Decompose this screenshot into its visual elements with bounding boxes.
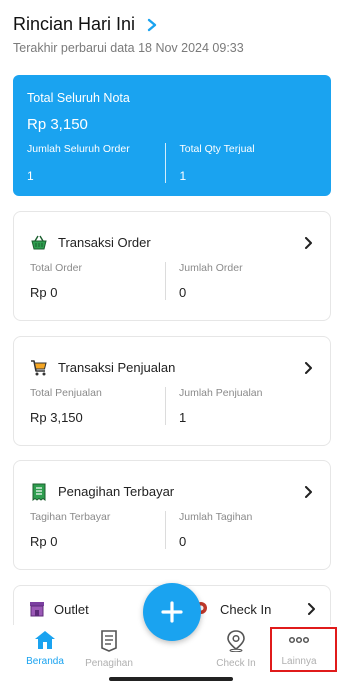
outlet-label: Outlet [54,601,89,617]
card-stat-value: 0 [179,285,187,300]
plus-icon [161,601,183,623]
chevron-right-icon[interactable] [304,236,314,249]
card-stat: Jumlah Order 0 [165,262,314,300]
nav-label: Penagihan [85,658,133,669]
home-icon [35,631,55,649]
summary-total: Rp 3,150 [27,116,88,133]
card-stat-label: Tagihan Terbayar [30,511,111,523]
summary-stat-orders: Jumlah Seluruh Order 1 [27,143,165,183]
chevron-right-icon[interactable] [307,603,317,615]
card-stat-value: 1 [179,410,187,425]
page-header: Rincian Hari Ini Terakhir perbarui data … [13,14,333,55]
summary-stats: Jumlah Seluruh Order 1 Total Qty Terjual… [27,143,317,183]
checkin-label: Check In [220,601,272,617]
card-stat-label: Jumlah Tagihan [179,511,253,523]
card-stats: Total Order Rp 0 Jumlah Order 0 [14,262,330,300]
card-transaksi-penjualan[interactable]: Transaksi Penjualan Total Penjualan Rp 3… [13,336,331,446]
last-updated-text: Terakhir perbarui data 18 Nov 2024 09:33 [13,41,244,55]
summary-stat-label: Total Qty Terjual [179,143,255,155]
card-stat-value: Rp 0 [30,534,58,549]
checkin-link[interactable]: Check In [192,600,271,618]
card-stats: Tagihan Terbayar Rp 0 Jumlah Tagihan 0 [14,511,330,549]
store-icon [30,602,44,617]
card-stat-label: Total Order [30,262,82,274]
receipt-icon [32,483,46,501]
summary-stat-qty: Total Qty Terjual 1 [164,143,318,183]
chevron-right-icon[interactable] [304,485,314,498]
card-title: Transaksi Order [58,235,151,250]
summary-card: Total Seluruh Nota Rp 3,150 Jumlah Selur… [13,75,331,196]
card-stat-value: Rp 3,150 [30,410,83,425]
card-stat-value: Rp 0 [30,285,58,300]
card-stat-label: Total Penjualan [30,387,102,399]
location-pin-icon [227,630,245,652]
card-header[interactable]: Transaksi Penjualan [14,337,330,381]
card-penagihan-terbayar[interactable]: Penagihan Terbayar Tagihan Terbayar Rp 0… [13,460,331,570]
chevron-right-icon[interactable] [304,361,314,374]
summary-label: Total Seluruh Nota [27,91,130,105]
card-title: Transaksi Penjualan [58,360,176,375]
card-stat: Total Order Rp 0 [30,262,165,300]
card-stat: Tagihan Terbayar Rp 0 [30,511,165,549]
summary-stat-label: Jumlah Seluruh Order [27,143,130,155]
basket-icon [31,235,47,249]
card-stat: Total Penjualan Rp 3,150 [30,387,165,425]
chevron-right-icon[interactable] [145,18,159,32]
home-indicator [109,677,233,681]
outlet-link[interactable]: Outlet [28,600,89,618]
page-title: Rincian Hari Ini [13,14,136,34]
card-header[interactable]: Transaksi Order [14,212,330,256]
card-stat-label: Jumlah Order [179,262,243,274]
card-stats: Total Penjualan Rp 3,150 Jumlah Penjuala… [14,387,330,425]
nav-label: Beranda [26,656,64,667]
card-header[interactable]: Penagihan Terbayar [14,461,330,505]
document-icon [101,630,117,652]
cart-icon [31,359,47,375]
nav-item-check-in[interactable]: Check In [206,630,266,669]
card-stat: Jumlah Penjualan 1 [165,387,314,425]
card-stat-label: Jumlah Penjualan [179,387,263,399]
nav-item-beranda[interactable]: Beranda [15,630,75,667]
card-title: Penagihan Terbayar [58,484,175,499]
nav-label: Check In [216,658,256,669]
summary-stat-value: 1 [27,169,34,183]
summary-stat-value: 1 [179,169,187,183]
card-stat-value: 0 [179,534,187,549]
nav-item-penagihan[interactable]: Penagihan [79,630,139,669]
card-stat: Jumlah Tagihan 0 [165,511,314,549]
add-button[interactable] [143,583,201,641]
card-transaksi-order[interactable]: Transaksi Order Total Order Rp 0 Jumlah … [13,211,331,321]
highlight-box [270,627,337,672]
title-row[interactable]: Rincian Hari Ini [13,14,333,35]
